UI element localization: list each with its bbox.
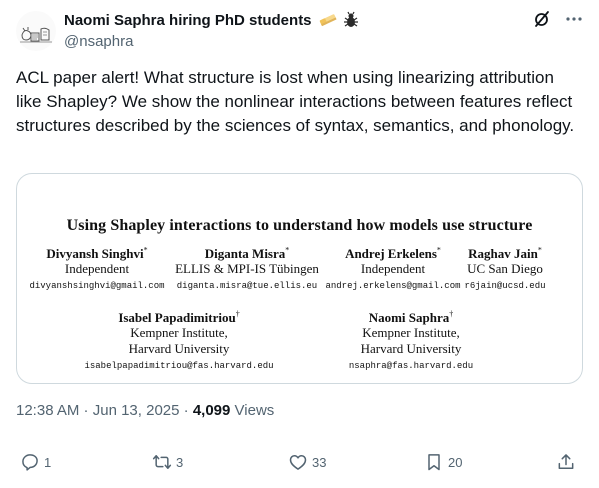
paper-title: Using Shapley interactions to understand… bbox=[66, 217, 533, 234]
display-name[interactable]: Naomi Saphra hiring PhD students bbox=[64, 12, 312, 29]
author-name: Raghav Jain bbox=[468, 246, 538, 261]
author-email: andrej.erkelens@gmail.com bbox=[325, 281, 461, 291]
author-affiliation: ELLIS & MPI-IS Tübingen bbox=[175, 261, 319, 276]
author-email: r6jain@ucsd.edu bbox=[464, 281, 546, 291]
author-affiliation: UC San Diego bbox=[467, 261, 543, 276]
like-icon bbox=[289, 455, 307, 470]
like-button[interactable]: 33 bbox=[288, 452, 326, 472]
grok-icon[interactable] bbox=[533, 10, 551, 28]
separator-dot: · bbox=[179, 402, 193, 419]
timestamp-time[interactable]: 12:38 AM bbox=[16, 402, 79, 419]
tweet-text: ACL paper alert! What structure is lost … bbox=[16, 68, 575, 135]
author-email: nsaphra@fas.harvard.edu bbox=[348, 361, 474, 371]
like-count: 33 bbox=[312, 454, 327, 470]
author-name: Naomi Saphra bbox=[368, 310, 450, 325]
author-affiliation: Kempner Institute, bbox=[130, 325, 228, 340]
handle[interactable]: @nsaphra bbox=[64, 33, 360, 50]
author-mark: † bbox=[235, 309, 240, 319]
author-email: diganta.misra@tue.ellis.eu bbox=[176, 281, 318, 291]
views-count: 4,099 bbox=[192, 402, 231, 419]
paper-author: Raghav Jain* UC San Diego r6jain@ucsd.ed… bbox=[463, 246, 547, 294]
author-mark: † bbox=[449, 309, 454, 319]
share-button[interactable] bbox=[556, 452, 576, 472]
bug-emoji-icon bbox=[342, 11, 360, 29]
share-icon bbox=[558, 454, 574, 469]
author-affiliation: Harvard University bbox=[360, 341, 462, 356]
author-affiliation: Independent bbox=[360, 261, 426, 276]
reply-icon bbox=[22, 454, 38, 471]
paper-author: Andrej Erkelens* Independent andrej.erke… bbox=[325, 246, 461, 294]
repost-icon bbox=[152, 455, 172, 469]
bookmark-count: 20 bbox=[448, 454, 463, 470]
avatar-sketch-image bbox=[16, 11, 56, 51]
author-block: Naomi Saphra hiring PhD students @nsaphr… bbox=[64, 10, 360, 50]
tweet-meta: 12:38 AM · Jun 13, 2025 · 4,099 Views bbox=[16, 402, 274, 419]
views-label: Views bbox=[230, 402, 275, 419]
author-affiliation: Independent bbox=[64, 261, 130, 276]
paper-author: Diganta Misra* ELLIS & MPI-IS Tübingen d… bbox=[169, 246, 325, 294]
reply-count: 1 bbox=[44, 454, 52, 470]
top-actions bbox=[533, 10, 583, 28]
repost-button[interactable]: 3 bbox=[152, 452, 183, 472]
paper-author: Divyansh Singhvi* Independent divyanshsi… bbox=[27, 246, 167, 294]
author-mark: * bbox=[436, 245, 441, 255]
bookmark-button[interactable]: 20 bbox=[424, 452, 462, 472]
more-options-icon[interactable] bbox=[565, 10, 583, 28]
author-email: divyanshsinghvi@gmail.com bbox=[29, 281, 165, 291]
separator-dot: · bbox=[79, 402, 93, 419]
paper-author: Naomi Saphra† Kempner Institute, Harvard… bbox=[331, 310, 491, 374]
author-affiliation: Kempner Institute, bbox=[362, 325, 460, 340]
repost-count: 3 bbox=[176, 454, 184, 470]
reply-button[interactable]: 1 bbox=[20, 452, 51, 472]
author-name: Andrej Erkelens bbox=[345, 246, 437, 261]
attached-image[interactable]: Using Shapley interactions to understand… bbox=[16, 173, 583, 384]
action-bar: 1 3 33 20 bbox=[20, 452, 580, 476]
timestamp-date[interactable]: Jun 13, 2025 bbox=[93, 402, 180, 419]
author-name: Diganta Misra bbox=[204, 246, 286, 261]
author-email: isabelpapadimitriou@fas.harvard.edu bbox=[84, 361, 274, 371]
author-name: Isabel Papadimitriou bbox=[118, 310, 236, 325]
bookmark-icon bbox=[428, 454, 440, 471]
author-mark: * bbox=[537, 245, 542, 255]
eraser-emoji-icon bbox=[318, 12, 338, 28]
paper-author: Isabel Papadimitriou† Kempner Institute,… bbox=[79, 310, 279, 374]
author-name: Divyansh Singhvi bbox=[46, 246, 144, 261]
paper-header-image: Using Shapley interactions to understand… bbox=[17, 174, 582, 383]
author-mark: * bbox=[143, 245, 148, 255]
author-mark: * bbox=[285, 245, 290, 255]
author-affiliation: Harvard University bbox=[128, 341, 230, 356]
avatar[interactable] bbox=[16, 11, 56, 51]
